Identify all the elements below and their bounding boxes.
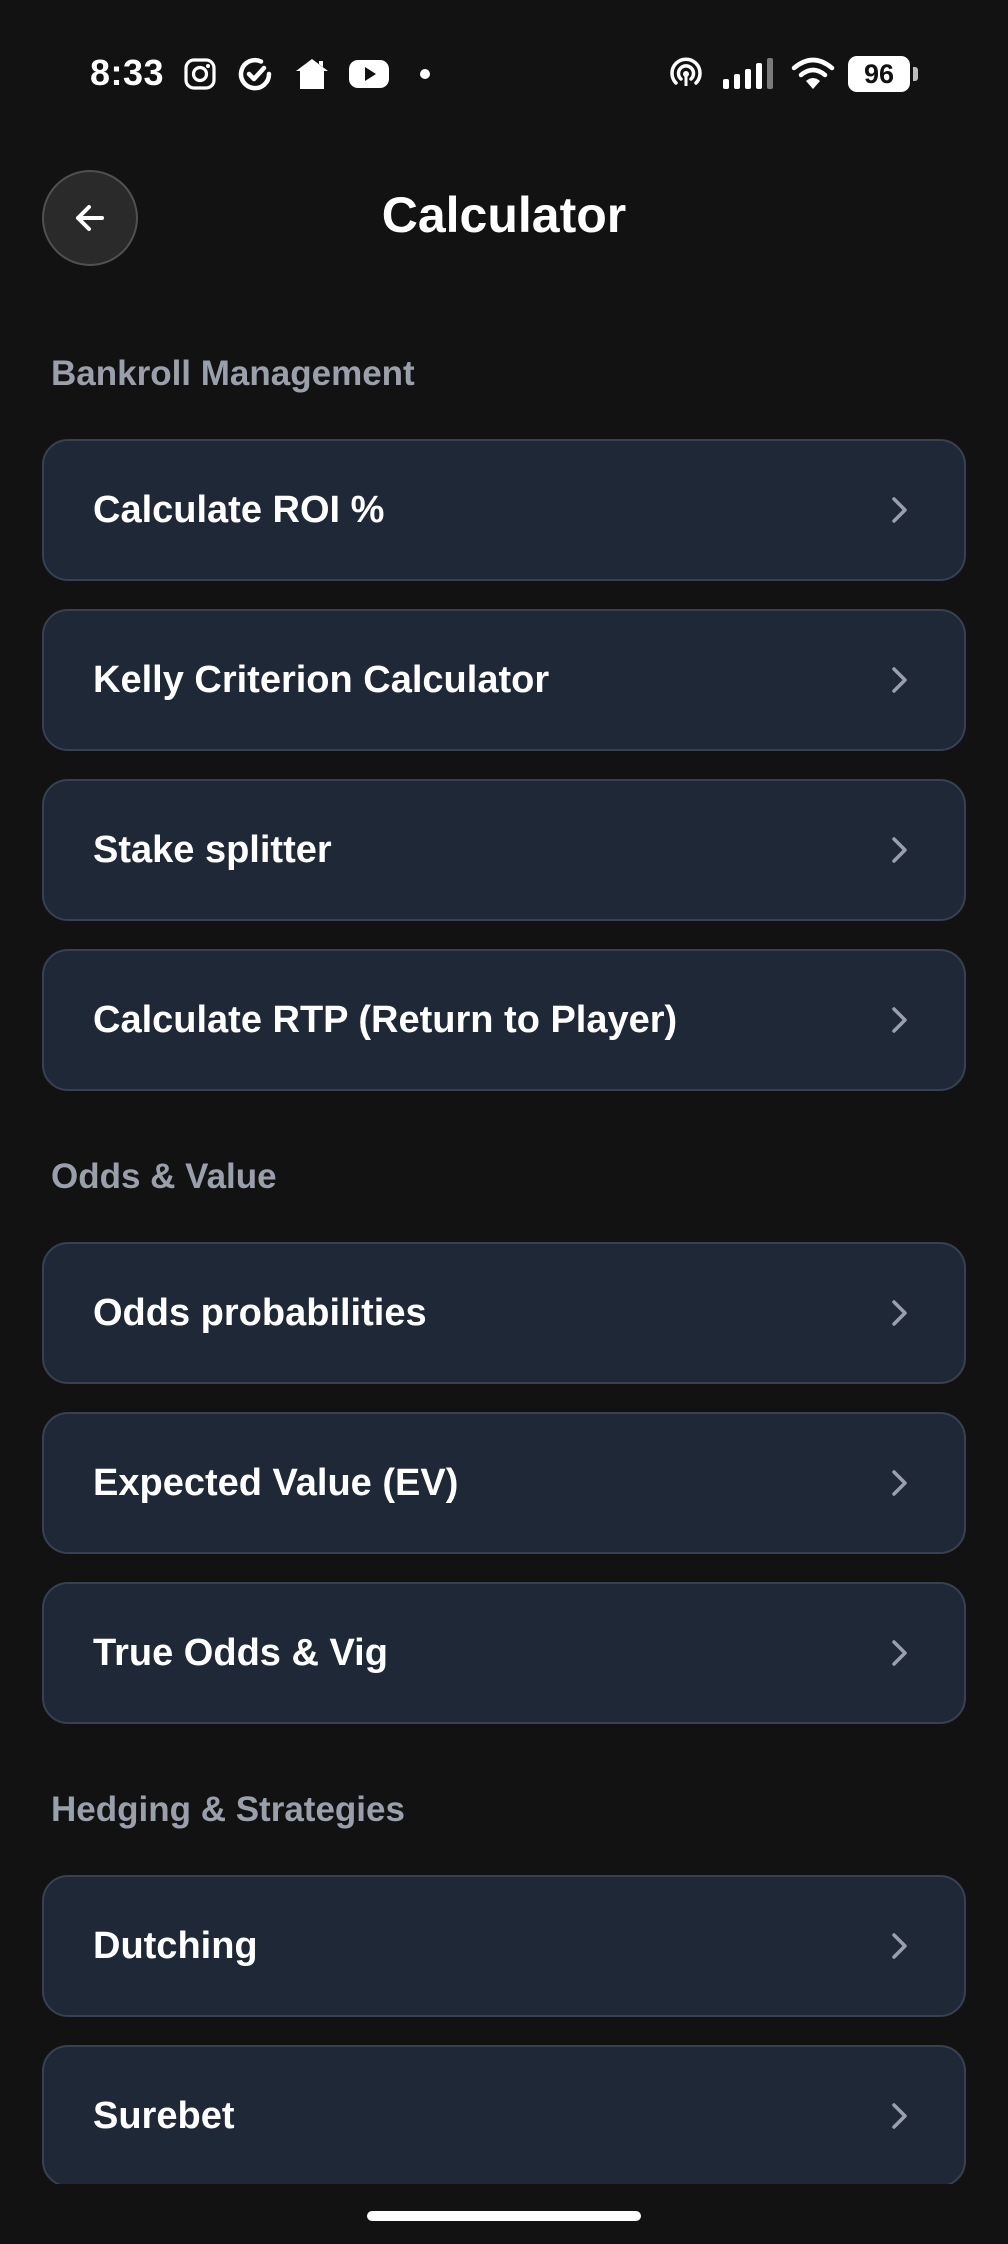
section-title-hedging-strategies: Hedging & Strategies — [51, 1790, 405, 1829]
menu-item-kelly-criterion[interactable]: Kelly Criterion Calculator — [42, 609, 966, 751]
status-bar: 8:33 96 — [0, 0, 1008, 150]
menu-item-expected-value[interactable]: Expected Value (EV) — [42, 1412, 966, 1554]
chevron-right-icon — [884, 1468, 914, 1498]
chevron-right-icon — [884, 495, 914, 525]
hotspot-icon — [666, 56, 706, 92]
chevron-right-icon — [884, 835, 914, 865]
chevron-right-icon — [884, 1298, 914, 1328]
menu-item-label: Kelly Criterion Calculator — [93, 658, 550, 701]
menu-item-label: Odds probabilities — [93, 1291, 427, 1334]
home-indicator[interactable] — [367, 2211, 641, 2221]
calculator-screen: 8:33 96 Calculator Bankroll Management C… — [0, 0, 1008, 2244]
chevron-right-icon — [884, 1638, 914, 1668]
menu-item-label: Calculate RTP (Return to Player) — [93, 998, 678, 1041]
chevron-right-icon — [884, 1005, 914, 1035]
menu-item-odds-probabilities[interactable]: Odds probabilities — [42, 1242, 966, 1384]
refresh-app-icon — [235, 56, 275, 92]
notification-dot-icon — [418, 56, 432, 92]
menu-item-label: Calculate ROI % — [93, 488, 385, 531]
menu-item-label: True Odds & Vig — [93, 1631, 388, 1674]
menu-item-label: Expected Value (EV) — [93, 1461, 459, 1504]
section-title-odds-value: Odds & Value — [51, 1157, 277, 1196]
wifi-icon — [790, 56, 836, 92]
battery-icon: 96 — [848, 56, 920, 92]
section-title-bankroll-management: Bankroll Management — [51, 354, 415, 393]
instagram-icon — [182, 56, 218, 92]
page-title: Calculator — [381, 187, 627, 243]
menu-item-label: Stake splitter — [93, 828, 332, 871]
battery-level: 96 — [848, 56, 910, 92]
signal-icon — [720, 56, 778, 92]
menu-item-stake-splitter[interactable]: Stake splitter — [42, 779, 966, 921]
status-time: 8:33 — [90, 52, 165, 93]
chevron-right-icon — [884, 2101, 914, 2131]
chevron-right-icon — [884, 1931, 914, 1961]
menu-item-calculate-rtp[interactable]: Calculate RTP (Return to Player) — [42, 949, 966, 1091]
menu-item-true-odds-vig[interactable]: True Odds & Vig — [42, 1582, 966, 1724]
menu-item-surebet[interactable]: Surebet — [42, 2045, 966, 2187]
menu-item-label: Surebet — [93, 2094, 235, 2137]
home-app-icon — [292, 56, 332, 92]
chevron-right-icon — [884, 665, 914, 695]
menu-item-calculate-roi[interactable]: Calculate ROI % — [42, 439, 966, 581]
youtube-icon — [347, 56, 391, 92]
menu-item-dutching[interactable]: Dutching — [42, 1875, 966, 2017]
menu-item-label: Dutching — [93, 1924, 258, 1967]
